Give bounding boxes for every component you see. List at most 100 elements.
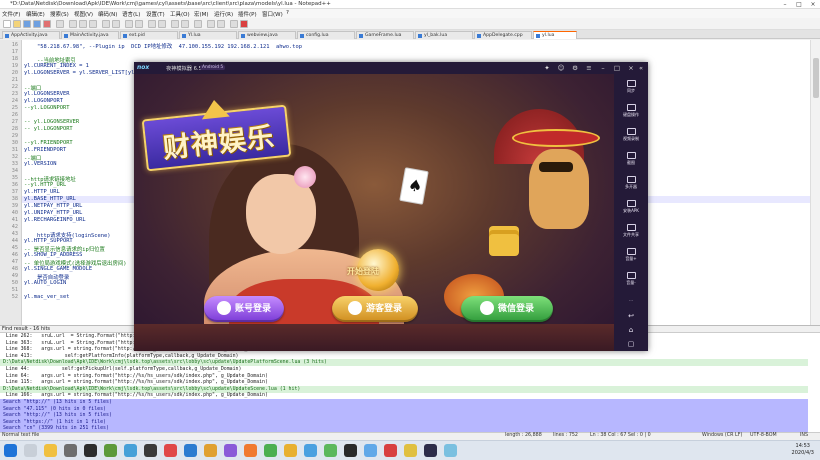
- tab-appdelegate[interactable]: AppDelegate.cpp: [474, 31, 532, 39]
- app-icon-9[interactable]: [244, 444, 257, 457]
- start-icon[interactable]: [4, 444, 17, 457]
- nox-taskbar-icon[interactable]: [424, 444, 437, 457]
- menu-edit[interactable]: 编辑(E): [26, 10, 45, 18]
- code-line[interactable]: yl.HTTP_URL: [24, 189, 60, 195]
- sidebar-multi[interactable]: 多开器: [614, 176, 648, 190]
- macro-play-icon[interactable]: [217, 20, 225, 28]
- code-line[interactable]: yl.FRIENDPORT: [24, 147, 66, 153]
- menu-encoding[interactable]: 编码(N): [98, 10, 117, 18]
- menu-help[interactable]: ?: [286, 10, 289, 16]
- code-line[interactable]: --yl.HTTP_URL: [24, 182, 66, 188]
- menu-language[interactable]: 语言(L): [122, 10, 140, 18]
- menu-plugins[interactable]: 插件(P): [238, 10, 257, 18]
- emu-account-icon[interactable]: ☺: [556, 63, 566, 73]
- emu-collapse-icon[interactable]: «: [636, 63, 646, 73]
- account-login-button[interactable]: 账号登录: [204, 296, 284, 322]
- code-line[interactable]: yl.RECHARGEINFO_URL: [24, 217, 86, 223]
- zoom-out-icon[interactable]: [158, 20, 166, 28]
- app-icon-12[interactable]: [344, 444, 357, 457]
- code-line[interactable]: yl.AUTO_LOGIN: [24, 280, 66, 286]
- wechat-login-button[interactable]: 微信登录: [461, 296, 553, 322]
- code-line[interactable]: yl.UNIPAY_HTTP_URL: [24, 210, 82, 216]
- save-icon[interactable]: [23, 20, 31, 28]
- maximize-icon[interactable]: □: [792, 0, 806, 9]
- save-all-icon[interactable]: [33, 20, 41, 28]
- app-icon-15[interactable]: [404, 444, 417, 457]
- code-line[interactable]: yl.HTTP_SUPPORT: [24, 238, 73, 244]
- sidebar-volume-down[interactable]: 音量-: [614, 272, 648, 286]
- app-icon-13[interactable]: [364, 444, 377, 457]
- wrap-icon[interactable]: [171, 20, 179, 28]
- code-line[interactable]: --yl.FRIENDPORT: [24, 140, 73, 146]
- tab-yl-lua-old[interactable]: Yl.lua: [179, 31, 237, 39]
- app-icon-3[interactable]: [124, 444, 137, 457]
- app-icon-11[interactable]: [304, 444, 317, 457]
- cut-icon[interactable]: [69, 20, 77, 28]
- code-line[interactable]: yl.BASE_HTTP_URL: [24, 196, 76, 202]
- emu-menu-icon[interactable]: ≡: [584, 63, 594, 73]
- menu-settings[interactable]: 设置(T): [146, 10, 165, 18]
- guest-login-button[interactable]: 游客登录: [332, 296, 418, 322]
- code-line[interactable]: -- yl.LOGONPORT: [24, 126, 73, 132]
- sidebar-volume-up[interactable]: 音量+: [614, 248, 648, 262]
- emu-close-icon[interactable]: ×: [626, 63, 636, 73]
- open-file-icon[interactable]: [13, 20, 21, 28]
- emulator-title-bar[interactable]: nox 夜神模拟器 6.5.0.0 Android 5 ✦ ☺ ⚙ ≡ – □ …: [134, 62, 648, 74]
- emu-settings-icon[interactable]: ⚙: [570, 63, 580, 73]
- menu-view[interactable]: 视图(V): [74, 10, 93, 18]
- print-icon[interactable]: [56, 20, 64, 28]
- nox-emulator-window[interactable]: nox 夜神模拟器 6.5.0.0 Android 5 ✦ ☺ ⚙ ≡ – □ …: [134, 62, 648, 351]
- zoom-in-icon[interactable]: [148, 20, 156, 28]
- code-line[interactable]: yl.LOGONPORT: [24, 98, 63, 104]
- app-icon-5[interactable]: [164, 444, 177, 457]
- app-icon-10[interactable]: [264, 444, 277, 457]
- code-line[interactable]: -- yl.LOGONSERVER: [24, 119, 79, 125]
- sidebar-record[interactable]: 视频录制: [614, 128, 648, 142]
- tab-yl-lua[interactable]: yl.lua: [533, 31, 577, 39]
- app-icon-14[interactable]: [384, 444, 397, 457]
- sidebar-apk[interactable]: 安装APK: [614, 200, 648, 214]
- editor-scrollbar[interactable]: [810, 40, 820, 325]
- emu-pin-icon[interactable]: ✦: [542, 63, 552, 73]
- close-icon[interactable]: ×: [806, 0, 820, 9]
- tab-mainactivity[interactable]: MainActivity.java: [61, 31, 119, 39]
- menu-tools[interactable]: 工具(O): [170, 10, 190, 18]
- app-icon-8[interactable]: [224, 444, 237, 457]
- abc-icon[interactable]: [240, 20, 248, 28]
- replace-icon[interactable]: [135, 20, 143, 28]
- menu-macro[interactable]: 宏(M): [194, 10, 209, 18]
- game-screen[interactable]: ♠ 财神娱乐 开始登陆 账号登录 游客登录 微信登录: [134, 74, 614, 351]
- undo-icon[interactable]: [102, 20, 110, 28]
- find-icon[interactable]: [125, 20, 133, 28]
- scrollbar-thumb[interactable]: [813, 58, 819, 98]
- menu-run[interactable]: 运行(R): [214, 10, 233, 18]
- android-recent-icon[interactable]: ▢: [614, 340, 648, 348]
- sidebar-share[interactable]: 文件共享: [614, 224, 648, 238]
- sidebar-screenshot[interactable]: 截图: [614, 152, 648, 166]
- code-line[interactable]: yl.VERSION: [24, 161, 56, 167]
- android-back-icon[interactable]: ↩: [614, 312, 648, 320]
- sidebar-keyboard[interactable]: 键盘操作: [614, 104, 648, 118]
- code-line[interactable]: yl.SHOW_IP_ADDRESS: [24, 252, 82, 258]
- code-line[interactable]: yl.SINGLE_GAME_MODOLE: [24, 266, 92, 272]
- app-icon-1[interactable]: [64, 444, 77, 457]
- task-view-icon[interactable]: [24, 444, 37, 457]
- menu-window[interactable]: 窗口(W): [262, 10, 283, 18]
- sidebar-sync[interactable]: 同步: [614, 80, 648, 94]
- run-icon[interactable]: [230, 20, 238, 28]
- close-file-icon[interactable]: [43, 20, 51, 28]
- code-line[interactable]: yl.CURRENT_INDEX = 1: [24, 63, 89, 69]
- emu-maximize-icon[interactable]: □: [612, 63, 622, 73]
- tab-webview[interactable]: webview.java: [238, 31, 296, 39]
- code-line[interactable]: yl.NETPAY_HTTP_URL: [24, 203, 82, 209]
- tab-yl-bak[interactable]: yl_bak.lua: [415, 31, 473, 39]
- start-login-button[interactable]: 开始登陆: [347, 266, 379, 277]
- wechat-icon[interactable]: [324, 444, 337, 457]
- code-line[interactable]: yl.LOGONSERVER: [24, 91, 69, 97]
- redo-icon[interactable]: [112, 20, 120, 28]
- code-line[interactable]: "58.218.67.98", --Plugin ip DCD IP地址修改 4…: [24, 42, 302, 50]
- android-studio-icon[interactable]: [104, 444, 117, 457]
- tab-config[interactable]: config.lua: [297, 31, 355, 39]
- menu-file[interactable]: 文件(F): [2, 10, 20, 18]
- macro-record-icon[interactable]: [207, 20, 215, 28]
